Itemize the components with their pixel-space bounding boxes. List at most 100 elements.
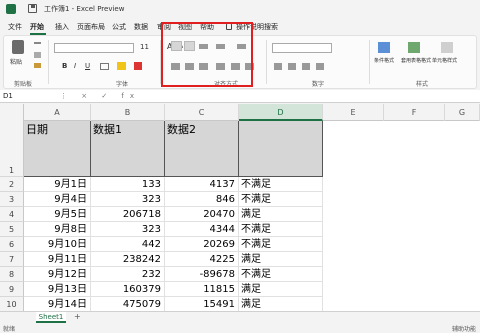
cut-icon[interactable] — [34, 42, 41, 44]
column-header-b[interactable]: B — [91, 104, 165, 121]
row-header[interactable]: 9 — [0, 282, 24, 297]
cell-d[interactable]: 满足 — [239, 207, 323, 222]
font-color-icon[interactable] — [134, 62, 142, 70]
column-header-c[interactable]: C — [165, 104, 239, 121]
comma-style-icon[interactable] — [302, 63, 310, 70]
conditional-formatting-icon[interactable] — [378, 42, 390, 53]
tab-home[interactable]: 开始 — [30, 22, 44, 32]
bold-button[interactable]: B — [62, 62, 67, 70]
cell-a[interactable]: 9月5日 — [24, 207, 91, 222]
cell-a[interactable]: 9月8日 — [24, 222, 91, 237]
format-as-table-label[interactable]: 套用表格格式 — [401, 57, 431, 64]
cell-c[interactable]: 11815 — [165, 282, 239, 297]
row-header[interactable]: 7 — [0, 252, 24, 267]
cell-d[interactable]: 不满足 — [239, 192, 323, 207]
header-cell-data1[interactable]: 数据1 — [91, 121, 165, 177]
row-header[interactable]: 4 — [0, 207, 24, 222]
cell-c[interactable]: 4225 — [165, 252, 239, 267]
font-group-label: 字体 — [116, 81, 129, 88]
number-group-label: 数字 — [312, 81, 325, 88]
row-header[interactable]: 10 — [0, 297, 24, 311]
tab-page-layout[interactable]: 页面布局 — [77, 22, 105, 32]
cell-c[interactable]: 15491 — [165, 297, 239, 311]
underline-button[interactable]: U — [85, 62, 90, 70]
cell-c[interactable]: 20269 — [165, 237, 239, 252]
conditional-formatting-label[interactable]: 条件格式 — [374, 57, 394, 64]
borders-icon[interactable] — [100, 63, 109, 70]
row-header[interactable]: 5 — [0, 222, 24, 237]
cell-d[interactable]: 不满足 — [239, 222, 323, 237]
header-cell-d1-selected[interactable] — [239, 121, 323, 177]
header-cell-date[interactable]: 日期 — [24, 121, 91, 177]
tab-file[interactable]: 文件 — [8, 22, 22, 32]
italic-button[interactable]: I — [74, 62, 76, 70]
cell-a[interactable]: 9月4日 — [24, 192, 91, 207]
cell-b[interactable]: 475079 — [91, 297, 165, 311]
paste-label: 粘贴 — [10, 59, 23, 66]
font-size-value[interactable]: 11 — [140, 43, 149, 51]
cell-a[interactable]: 9月11日 — [24, 252, 91, 267]
font-name-dropdown[interactable] — [54, 43, 134, 53]
row-header[interactable]: 8 — [0, 267, 24, 282]
cell-d[interactable]: 满足 — [239, 282, 323, 297]
select-all-corner[interactable] — [0, 104, 24, 121]
cell-a[interactable]: 9月13日 — [24, 282, 91, 297]
cell-a[interactable]: 9月1日 — [24, 177, 91, 192]
row-header[interactable]: 2 — [0, 177, 24, 192]
cell-d[interactable]: 满足 — [239, 297, 323, 311]
paste-icon[interactable] — [12, 40, 24, 54]
cell-a[interactable]: 9月12日 — [24, 267, 91, 282]
column-header-d[interactable]: D — [239, 104, 323, 121]
status-ready: 就绪 — [3, 326, 16, 333]
cell-a[interactable]: 9月14日 — [24, 297, 91, 311]
cell-b[interactable]: 206718 — [91, 207, 165, 222]
fill-color-icon[interactable] — [117, 62, 126, 70]
tab-insert[interactable]: 插入 — [55, 22, 69, 32]
column-header-e[interactable]: E — [323, 104, 384, 121]
cell-b[interactable]: 238242 — [91, 252, 165, 267]
column-header-a[interactable]: A — [24, 104, 91, 121]
header-cell-data2[interactable]: 数据2 — [165, 121, 239, 177]
clipboard-group-label: 剪贴板 — [14, 81, 33, 88]
cell-b[interactable]: 442 — [91, 237, 165, 252]
accessibility-status[interactable]: 辅助功能 — [452, 324, 476, 333]
increase-decimal-icon[interactable] — [316, 63, 324, 70]
row-header[interactable]: 6 — [0, 237, 24, 252]
cell-styles-label[interactable]: 单元格样式 — [432, 57, 457, 64]
title-bar: 工作簿1 - Excel Preview — [0, 0, 480, 20]
column-header-g[interactable]: G — [445, 104, 480, 121]
cell-c[interactable]: 20470 — [165, 207, 239, 222]
row-header[interactable]: 3 — [0, 192, 24, 207]
format-painter-icon[interactable] — [34, 63, 41, 68]
cell-a[interactable]: 9月10日 — [24, 237, 91, 252]
copy-icon[interactable] — [34, 52, 41, 58]
cell-d[interactable]: 不满足 — [239, 267, 323, 282]
cell-d[interactable]: 不满足 — [239, 177, 323, 192]
cell-b[interactable]: 323 — [91, 192, 165, 207]
row-header[interactable]: 1 — [0, 121, 24, 177]
cell-b[interactable]: 133 — [91, 177, 165, 192]
cell-c[interactable]: 4137 — [165, 177, 239, 192]
cell-c[interactable]: -89678 — [165, 267, 239, 282]
sheet-tab-sheet1[interactable]: Sheet1 — [36, 312, 66, 323]
excel-logo-icon — [6, 4, 16, 14]
save-icon[interactable] — [28, 4, 37, 13]
tab-formulas[interactable]: 公式 — [112, 22, 126, 32]
formula-bar-icons[interactable]: ⋮ × ✓ fx — [60, 92, 140, 100]
add-sheet-button[interactable]: + — [74, 312, 81, 321]
cell-b[interactable]: 232 — [91, 267, 165, 282]
number-format-dropdown[interactable] — [272, 43, 332, 53]
cell-c[interactable]: 846 — [165, 192, 239, 207]
cell-b[interactable]: 160379 — [91, 282, 165, 297]
column-header-f[interactable]: F — [384, 104, 445, 121]
cell-styles-icon[interactable] — [441, 42, 453, 53]
cell-c[interactable]: 4344 — [165, 222, 239, 237]
cell-d[interactable]: 不满足 — [239, 237, 323, 252]
percent-icon[interactable] — [288, 63, 296, 70]
tab-data[interactable]: 数据 — [134, 22, 148, 32]
cell-b[interactable]: 323 — [91, 222, 165, 237]
currency-icon[interactable] — [274, 63, 282, 70]
cell-d[interactable]: 满足 — [239, 252, 323, 267]
format-as-table-icon[interactable] — [408, 42, 420, 53]
name-box[interactable]: D1 — [3, 92, 13, 100]
